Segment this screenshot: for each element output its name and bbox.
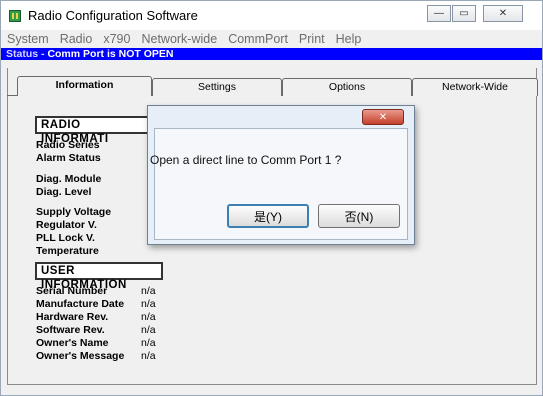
main-window: Radio Configuration Software — ▭ ✕ Syste… — [0, 0, 543, 396]
title-bar[interactable]: Radio Configuration Software — ▭ ✕ — [1, 1, 542, 30]
menu-help[interactable]: Help — [336, 32, 362, 46]
dialog-title-bar[interactable]: ✕ — [148, 106, 414, 128]
field-radio-series: Radio Series — [36, 139, 100, 151]
close-button[interactable]: ✕ — [483, 5, 523, 22]
field-serial-number: Serial Number — [36, 285, 108, 297]
field-temperature: Temperature — [36, 245, 99, 257]
value-owners-name: n/a — [141, 337, 156, 349]
value-hardware-rev: n/a — [141, 311, 156, 323]
value-software-rev: n/a — [141, 324, 156, 336]
tab-strip: Information Settings Options Network-Wid… — [17, 76, 543, 96]
minimize-button[interactable]: — — [427, 5, 451, 22]
field-manufacture-date: Manufacture Date — [36, 298, 125, 310]
status-bar: Status - Comm Port is NOT OPEN — [1, 48, 542, 60]
dialog-close-button[interactable]: ✕ — [362, 109, 404, 125]
maximize-button[interactable]: ▭ — [452, 5, 476, 22]
yes-button[interactable]: 是(Y) — [227, 204, 309, 228]
window-title: Radio Configuration Software — [28, 8, 198, 23]
field-owners-name: Owner's Name — [36, 337, 109, 349]
menu-x790[interactable]: x790 — [103, 32, 130, 46]
status-label: Status - — [6, 48, 45, 60]
menu-network-wide[interactable]: Network-wide — [141, 32, 217, 46]
field-diag-level: Diag. Level — [36, 186, 92, 198]
field-pll-lock-v: PLL Lock V. — [36, 232, 95, 244]
value-serial-number: n/a — [141, 285, 156, 297]
menu-radio[interactable]: Radio — [60, 32, 93, 46]
tab-network-wide[interactable]: Network-Wide — [412, 78, 538, 96]
menu-system[interactable]: System — [7, 32, 49, 46]
field-supply-voltage: Supply Voltage — [36, 206, 112, 218]
field-alarm-status: Alarm Status — [36, 152, 101, 164]
field-hardware-rev: Hardware Rev. — [36, 311, 109, 323]
field-software-rev: Software Rev. — [36, 324, 105, 336]
tab-settings[interactable]: Settings — [152, 78, 282, 96]
app-icon — [9, 10, 21, 22]
radio-information-heading: RADIO INFORMATI — [35, 116, 153, 145]
menu-print[interactable]: Print — [299, 32, 325, 46]
field-owners-message: Owner's Message — [36, 350, 125, 362]
user-information-heading: USER INFORMATION — [35, 262, 163, 291]
field-diag-module: Diag. Module — [36, 173, 102, 185]
value-manufacture-date: n/a — [141, 298, 156, 310]
menu-bar: System Radio x790 Network-wide CommPort … — [1, 31, 542, 47]
menu-commport[interactable]: CommPort — [228, 32, 288, 46]
tab-information[interactable]: Information — [17, 76, 152, 96]
no-button[interactable]: 否(N) — [318, 204, 400, 228]
window-controls: — ▭ ✕ — [427, 5, 524, 23]
status-text: Comm Port is NOT OPEN — [47, 48, 174, 60]
field-regulator-v: Regulator V. — [36, 219, 97, 231]
value-owners-message: n/a — [141, 350, 156, 362]
dialog-message: Open a direct line to Comm Port 1 ? — [150, 153, 342, 167]
tab-options[interactable]: Options — [282, 78, 412, 96]
